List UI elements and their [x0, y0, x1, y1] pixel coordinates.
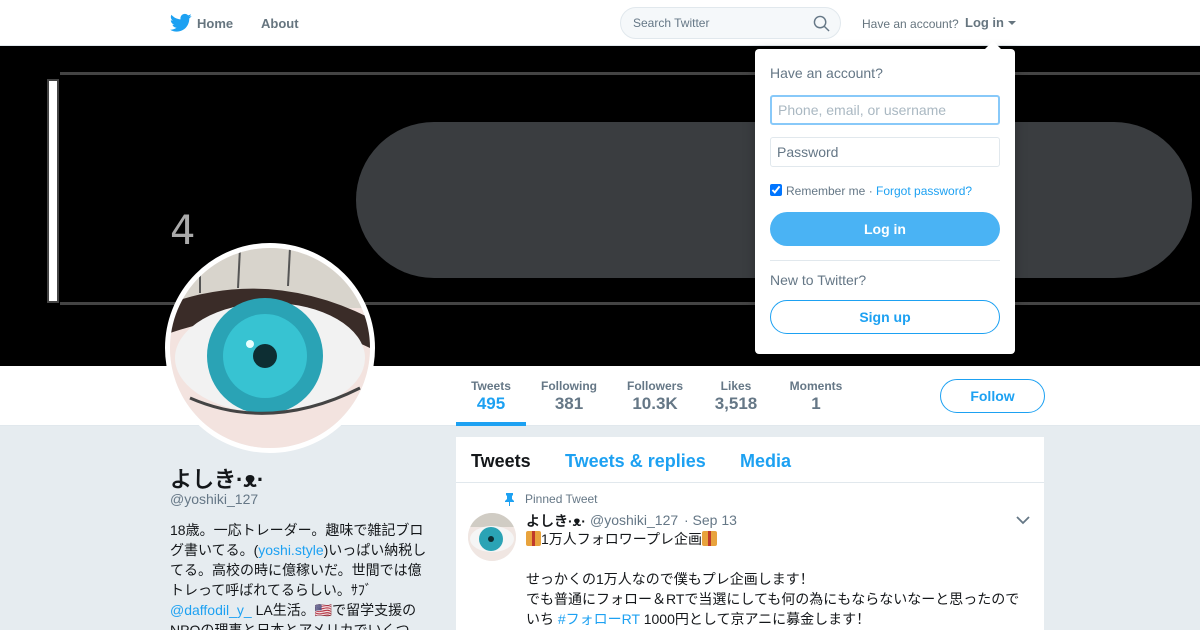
login-dropdown-title: Have an account? — [770, 65, 883, 81]
login-dropdown-toggle[interactable]: Log in — [965, 15, 1004, 30]
tweet-line: 1000円として京アニに募金します！ — [639, 611, 871, 627]
stat-label: Following — [541, 379, 597, 393]
stat-value: 381 — [554, 394, 584, 413]
tweet-line: 1万人フォロワープレ企画 — [541, 531, 702, 547]
twitter-bird-icon[interactable] — [170, 13, 192, 33]
stat-following[interactable]: Following 381 — [536, 366, 602, 426]
signup-button[interactable]: Sign up — [770, 300, 1000, 334]
tweet-line: せっかくの1万人なので僕もプレ企画します！ — [526, 571, 814, 587]
home-link[interactable]: Home — [197, 16, 233, 31]
search-icon[interactable] — [813, 15, 830, 32]
profile-handle[interactable]: @yoshiki_127 — [170, 491, 258, 507]
tweet-text: 1万人フォロワープレ企画 せっかくの1万人なので僕もプレ企画します！ でも普通に… — [526, 529, 1036, 629]
stat-followers[interactable]: Followers 10.3K — [622, 366, 688, 426]
tab-tweets[interactable]: Tweets — [471, 451, 531, 472]
stat-value: 1 — [811, 394, 821, 413]
remember-me-checkbox[interactable] — [770, 184, 782, 196]
remember-me-label: Remember me · — [786, 184, 873, 198]
stat-likes[interactable]: Likes 3,518 — [706, 366, 766, 426]
gift-emoji-icon — [701, 531, 717, 546]
stat-label: Moments — [789, 379, 843, 393]
forgot-password-link[interactable]: Forgot password? — [876, 184, 972, 198]
tweet-line: いち — [526, 611, 558, 627]
stat-value: 3,518 — [714, 394, 758, 413]
login-dropdown: Have an account? Remember me · Forgot pa… — [755, 41, 1015, 354]
stat-value: 495 — [476, 394, 506, 413]
caret-down-icon[interactable] — [1008, 21, 1016, 25]
timeline-tabs: Tweets Tweets & replies Media — [456, 437, 1044, 483]
login-button[interactable]: Log in — [770, 212, 1000, 246]
divider — [770, 260, 1000, 261]
about-link[interactable]: About — [261, 16, 299, 31]
username-field[interactable] — [770, 95, 1000, 125]
tweet-author-handle[interactable]: @yoshiki_127 — [590, 512, 678, 528]
avatar-eye-image — [170, 248, 370, 448]
bio-link-website[interactable]: yoshi.style — [258, 542, 323, 558]
profile-bio: 18歳。一応トレーダー。趣味で雑記ブログ書いてる。(yoshi.style)いっ… — [170, 520, 432, 630]
new-to-twitter-text: New to Twitter? — [770, 272, 867, 288]
profile-avatar[interactable] — [165, 243, 375, 453]
stat-tweets[interactable]: Tweets 495 — [456, 366, 526, 426]
hashtag-link[interactable]: #フォローRT — [558, 611, 640, 627]
tweet-line: でも普通にフォロー＆RTで当選にしても何の為にもならないなーと思ったので — [526, 591, 1020, 607]
tab-media[interactable]: Media — [740, 451, 791, 472]
profile-name: よしき·ᴥ· — [170, 467, 265, 492]
stat-label: Followers — [626, 379, 683, 393]
tab-tweets-and-replies[interactable]: Tweets & replies — [565, 451, 706, 472]
top-navigation-bar: Home About Search Twitter Have an accoun… — [0, 0, 1200, 46]
pin-icon — [505, 493, 514, 506]
banner-line — [60, 72, 1200, 75]
banner-number: 4 — [170, 208, 196, 254]
follow-button[interactable]: Follow — [940, 379, 1045, 413]
stat-moments[interactable]: Moments 1 — [784, 366, 848, 426]
banner-bar — [47, 79, 59, 303]
stat-label: Likes — [720, 379, 752, 393]
search-input[interactable]: Search Twitter — [620, 7, 841, 39]
stat-label: Tweets — [471, 379, 511, 393]
password-field[interactable] — [770, 137, 1000, 167]
tweet-timeline: Tweets Tweets & replies Media Pinned Twe… — [456, 437, 1044, 630]
gift-emoji-icon — [526, 531, 541, 546]
tweet-avatar-image — [468, 513, 516, 561]
tweet-avatar[interactable] — [468, 513, 516, 561]
bio-link-mention[interactable]: @daffodil_y_ — [170, 602, 252, 618]
search-placeholder: Search Twitter — [633, 16, 710, 30]
tweet-date[interactable]: · Sep 13 — [684, 512, 737, 528]
pinned-tweet-label: Pinned Tweet — [525, 492, 598, 506]
stat-value: 10.3K — [632, 394, 678, 413]
chevron-down-icon[interactable] — [1016, 515, 1030, 525]
have-account-text: Have an account? — [862, 17, 959, 31]
tweet-author-name[interactable]: よしき·ᴥ· — [526, 511, 586, 531]
